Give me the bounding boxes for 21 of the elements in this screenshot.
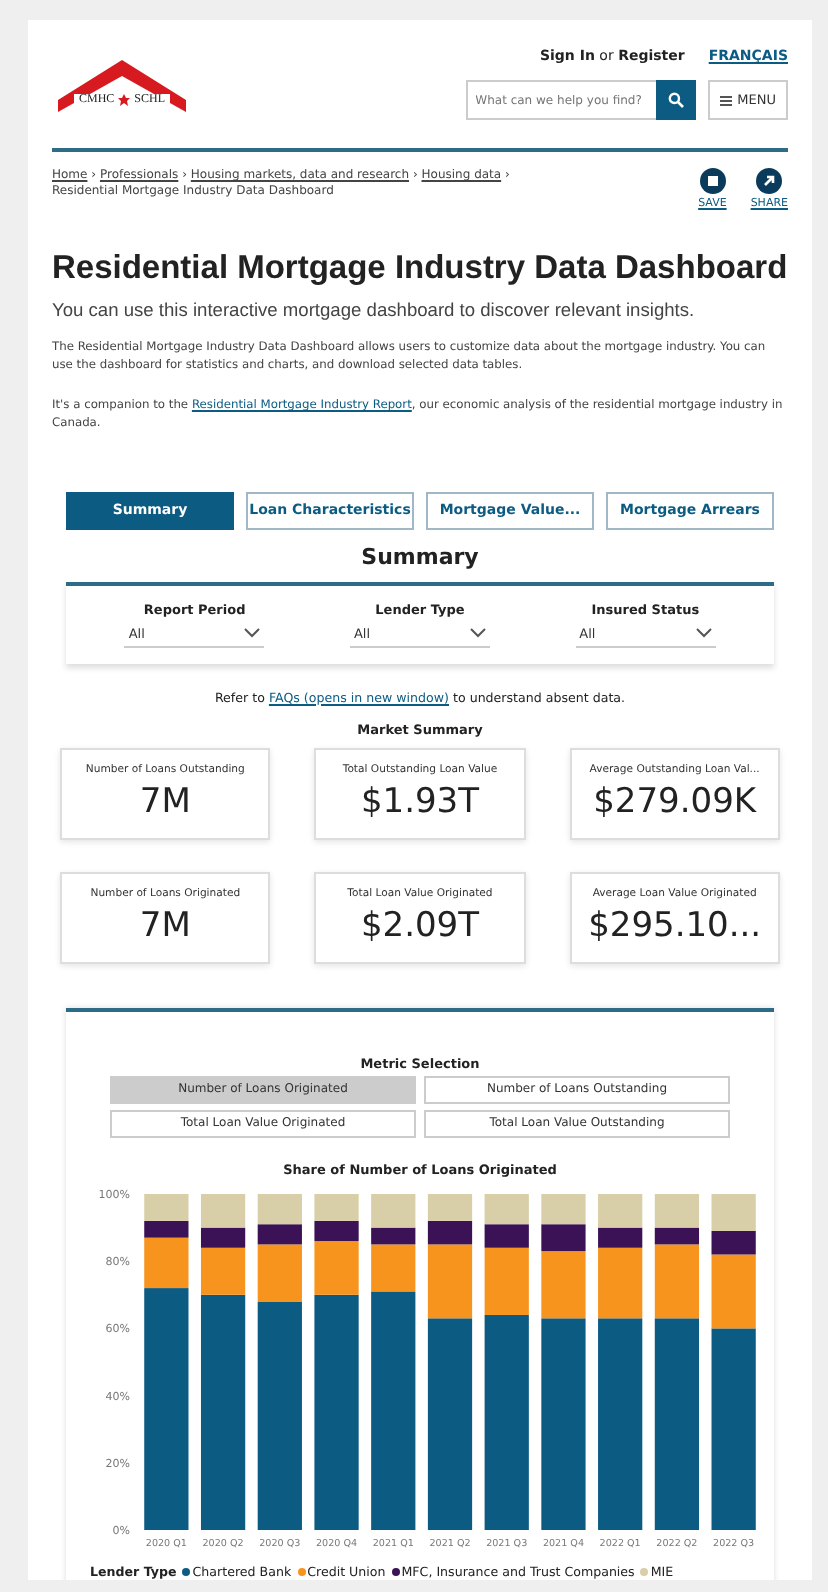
search-icon	[667, 92, 684, 108]
kpi-value: $1.93T	[360, 781, 480, 822]
bar-segment	[427, 1193, 473, 1221]
chevron-down-icon	[469, 628, 486, 639]
menu-icon	[719, 95, 732, 105]
chevron-down-icon	[244, 628, 261, 639]
bar-segment	[541, 1193, 586, 1224]
roof-logo-icon	[58, 60, 186, 112]
kpi-value: 7M	[139, 781, 191, 822]
page-title: Residential Mortgage Industry Data Dashboard	[52, 250, 788, 288]
kpi-value: 7M	[139, 905, 191, 946]
bar-segment	[314, 1193, 359, 1221]
bar-segment	[484, 1193, 529, 1224]
chevron-down-icon	[695, 628, 712, 639]
search-button[interactable]	[655, 80, 696, 120]
kpi-value: $2.09T	[360, 905, 480, 946]
section-title: Summary	[359, 543, 481, 570]
kpi-value: $295.10...	[588, 905, 762, 946]
share-icon	[756, 168, 783, 194]
page-subtitle: You can use this interactive mortgage dashboard to discover relevant insights.	[52, 300, 697, 320]
kpi-value: $279.09K	[593, 781, 757, 822]
